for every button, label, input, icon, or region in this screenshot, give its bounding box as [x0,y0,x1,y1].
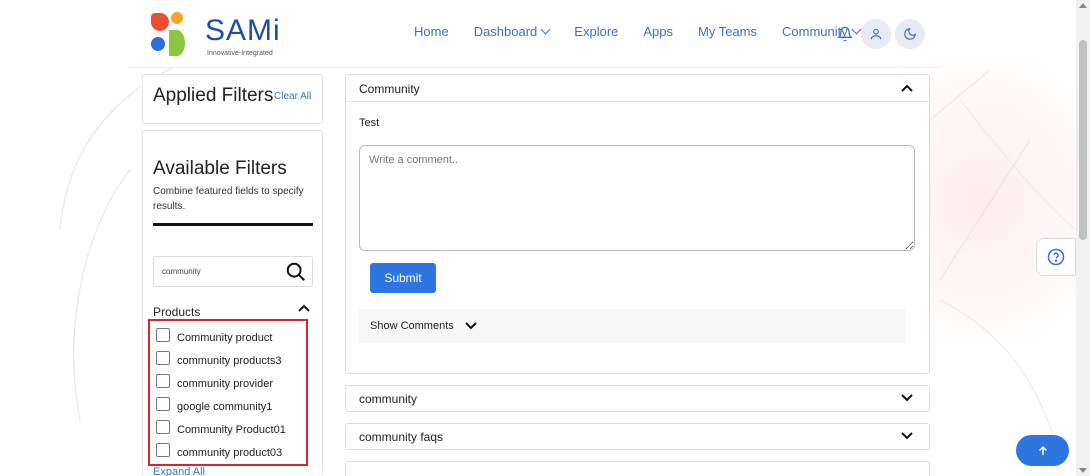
nav-apps[interactable]: Apps [643,24,673,39]
nav-home[interactable]: Home [414,24,449,39]
bell-icon [837,26,853,42]
show-comments-label: Show Comments [370,320,454,332]
chevron-down-icon [540,24,551,35]
filter-search-box [153,256,313,287]
community-card-collapsed[interactable]: community [345,385,930,412]
products-checkbox-list: Community product community products3 co… [148,319,308,466]
nav-home-label: Home [414,24,449,39]
logo-red-shape [151,13,169,31]
main-nav: Home Dashboard Explore Apps My Teams Com… [414,24,885,39]
clear-all-link[interactable]: Clear All [274,91,311,102]
checkbox[interactable] [156,443,170,457]
post-text: Test [359,117,380,129]
checkbox[interactable] [156,397,170,411]
chevron-up-icon [298,304,310,312]
applied-filters-panel: Applied Filters Clear All [142,74,323,124]
expand-all-link[interactable]: Expand All [153,466,205,476]
applied-filters-title: Applied Filters [153,85,274,106]
products-section-header[interactable]: Products [153,301,313,321]
help-button[interactable] [1036,238,1076,276]
product-option-label: community products3 [177,355,282,367]
scroll-up-arrow[interactable] [1079,3,1087,8]
community-post-card: Community Test Submit Show Comments [345,74,930,374]
available-filters-title: Available Filters [153,158,287,179]
product-option-label: community provider [177,378,273,390]
brand-tagline: Innovative-Integrated [207,50,273,57]
nav-dashboard-label: Dashboard [473,24,538,39]
community-card-header[interactable]: Community [346,75,929,102]
available-filters-description: Combine featured fields to specify resul… [153,186,304,212]
nav-explore-label: Explore [574,24,619,39]
nav-my-teams[interactable]: My Teams [698,24,757,39]
available-filters-panel: Available Filters Combine featured field… [142,130,323,476]
filters-divider [153,223,313,226]
comment-textarea[interactable] [359,145,915,251]
brand-logo[interactable]: SAMi Innovative-Integrated [147,10,280,60]
product-option[interactable]: community provider [156,374,273,393]
scroll-down-arrow[interactable] [1079,468,1087,473]
community-card-title: Community [359,82,420,96]
product-option[interactable]: Community Product01 [156,420,286,439]
scroll-to-top-button[interactable] [1016,435,1069,466]
scrollbar-thumb[interactable] [1079,40,1087,240]
profile-button[interactable] [861,19,891,49]
product-option-label: google community1 [177,401,273,413]
checkbox[interactable] [156,328,170,342]
product-option[interactable]: google community1 [156,397,273,416]
logo-orange-dot [171,12,183,24]
chevron-down-icon [901,432,913,440]
products-label: Products [153,305,201,319]
top-header: SAMi Innovative-Integrated Home Dashboar… [130,0,940,68]
arrow-up-icon [1038,445,1047,455]
next-card-partial[interactable] [345,461,930,476]
page-scrollbar[interactable] [1076,0,1090,476]
product-option-label: Community product [177,332,273,344]
nav-apps-label: Apps [643,24,674,39]
product-option[interactable]: community products3 [156,351,282,370]
product-option[interactable]: community product03 [156,443,283,462]
product-option-label: community product03 [177,447,283,459]
card-title: community [359,392,418,406]
checkbox[interactable] [156,351,170,365]
chevron-down-icon [465,322,477,330]
logo-green-shape [169,30,185,56]
brand-name: SAMi [205,14,281,47]
product-option[interactable]: Community product [156,328,273,347]
submit-comment-button[interactable]: Submit [370,263,436,293]
chevron-down-icon [901,394,913,402]
nav-dashboard[interactable]: Dashboard [473,24,551,39]
card-title: community faqs [359,430,444,444]
checkbox[interactable] [156,420,170,434]
moon-icon [904,28,916,40]
filter-search-input[interactable] [154,257,282,286]
logo-blue-dot [151,37,165,51]
nav-explore[interactable]: Explore [574,24,618,39]
show-comments-toggle[interactable]: Show Comments [359,309,905,343]
user-icon [870,28,882,40]
question-circle-icon [1047,248,1065,266]
chevron-up-icon [901,84,913,92]
product-option-label: Community Product01 [177,424,286,436]
search-icon[interactable] [285,261,307,283]
notifications-button[interactable] [830,19,860,49]
theme-toggle-button[interactable] [895,19,925,49]
nav-my-teams-label: My Teams [698,24,758,39]
checkbox[interactable] [156,374,170,388]
community-faqs-card[interactable]: community faqs [345,423,930,450]
